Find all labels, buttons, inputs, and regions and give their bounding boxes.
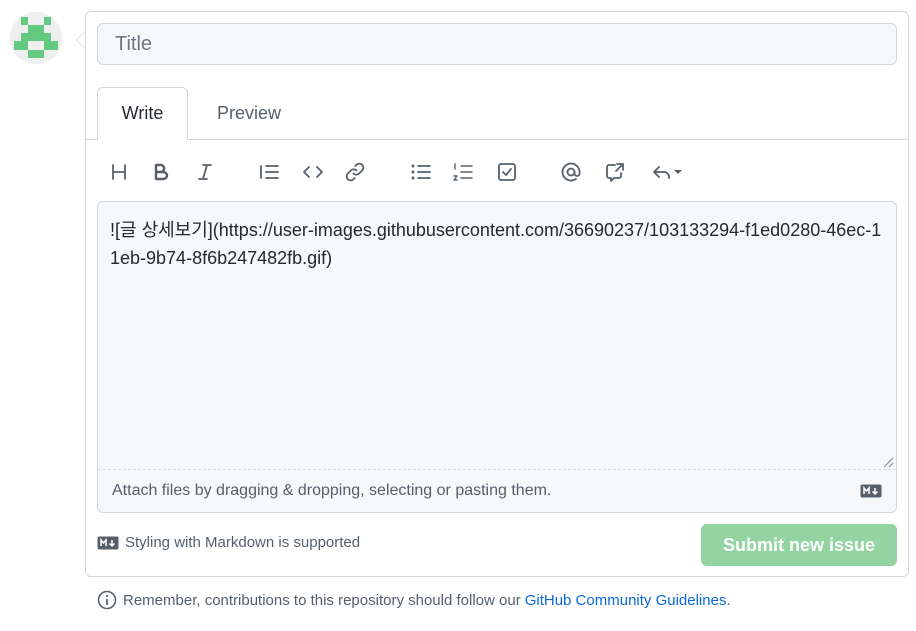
code-button[interactable] bbox=[296, 155, 330, 189]
heading-icon bbox=[112, 164, 126, 180]
submit-issue-button[interactable]: Submit new issue bbox=[701, 524, 897, 566]
italic-button[interactable] bbox=[188, 155, 222, 189]
code-icon bbox=[303, 166, 323, 178]
title-input[interactable] bbox=[97, 23, 897, 65]
contribution-note-suffix: . bbox=[726, 591, 731, 609]
contribution-note: Remember, contributions to this reposito… bbox=[97, 590, 731, 610]
saved-replies-button[interactable] bbox=[644, 155, 690, 189]
markdown-support-note[interactable]: Styling with Markdown is supported bbox=[97, 534, 360, 551]
mention-icon bbox=[561, 162, 581, 182]
attach-files-text: Attach files by dragging & dropping, sel… bbox=[112, 482, 552, 499]
markdown-icon bbox=[860, 484, 882, 498]
markdown-icon bbox=[97, 536, 119, 549]
cross-reference-button[interactable] bbox=[598, 155, 632, 189]
contribution-note-text: Remember, contributions to this reposito… bbox=[123, 591, 521, 609]
community-guidelines-link[interactable]: GitHub Community Guidelines bbox=[525, 592, 727, 609]
info-icon bbox=[97, 590, 117, 610]
link-button[interactable] bbox=[338, 155, 372, 189]
tab-write[interactable]: Write bbox=[97, 87, 188, 140]
reply-icon bbox=[653, 166, 670, 179]
identicon-icon bbox=[10, 12, 62, 64]
markdown-note-text: Styling with Markdown is supported bbox=[125, 534, 361, 551]
comment-body-text: ![글 상세보기](https://user-images.githubuser… bbox=[110, 220, 882, 268]
bold-button[interactable] bbox=[144, 155, 178, 189]
markdown-toolbar bbox=[100, 155, 900, 189]
unordered-list-button[interactable] bbox=[404, 155, 438, 189]
heading-button[interactable] bbox=[102, 155, 136, 189]
tab-preview[interactable]: Preview bbox=[196, 87, 302, 140]
bold-icon bbox=[154, 163, 169, 181]
italic-icon bbox=[198, 164, 212, 180]
avatar[interactable] bbox=[10, 12, 62, 64]
comment-textarea[interactable]: ![글 상세보기](https://user-images.githubuser… bbox=[97, 201, 897, 513]
resize-handle-icon[interactable] bbox=[882, 456, 894, 468]
link-icon bbox=[345, 162, 365, 182]
form-pointer-fill bbox=[77, 32, 85, 48]
ordered-list-button[interactable] bbox=[446, 155, 480, 189]
quote-icon bbox=[260, 165, 279, 179]
caret-down-icon bbox=[674, 170, 682, 174]
cross-reference-icon bbox=[606, 163, 624, 182]
task-list-icon bbox=[498, 163, 516, 181]
mention-button[interactable] bbox=[554, 155, 588, 189]
attach-files-bar[interactable]: Attach files by dragging & dropping, sel… bbox=[98, 469, 896, 512]
quote-button[interactable] bbox=[252, 155, 286, 189]
task-list-button[interactable] bbox=[490, 155, 524, 189]
ordered-list-icon bbox=[453, 163, 473, 181]
unordered-list-icon bbox=[411, 164, 431, 180]
